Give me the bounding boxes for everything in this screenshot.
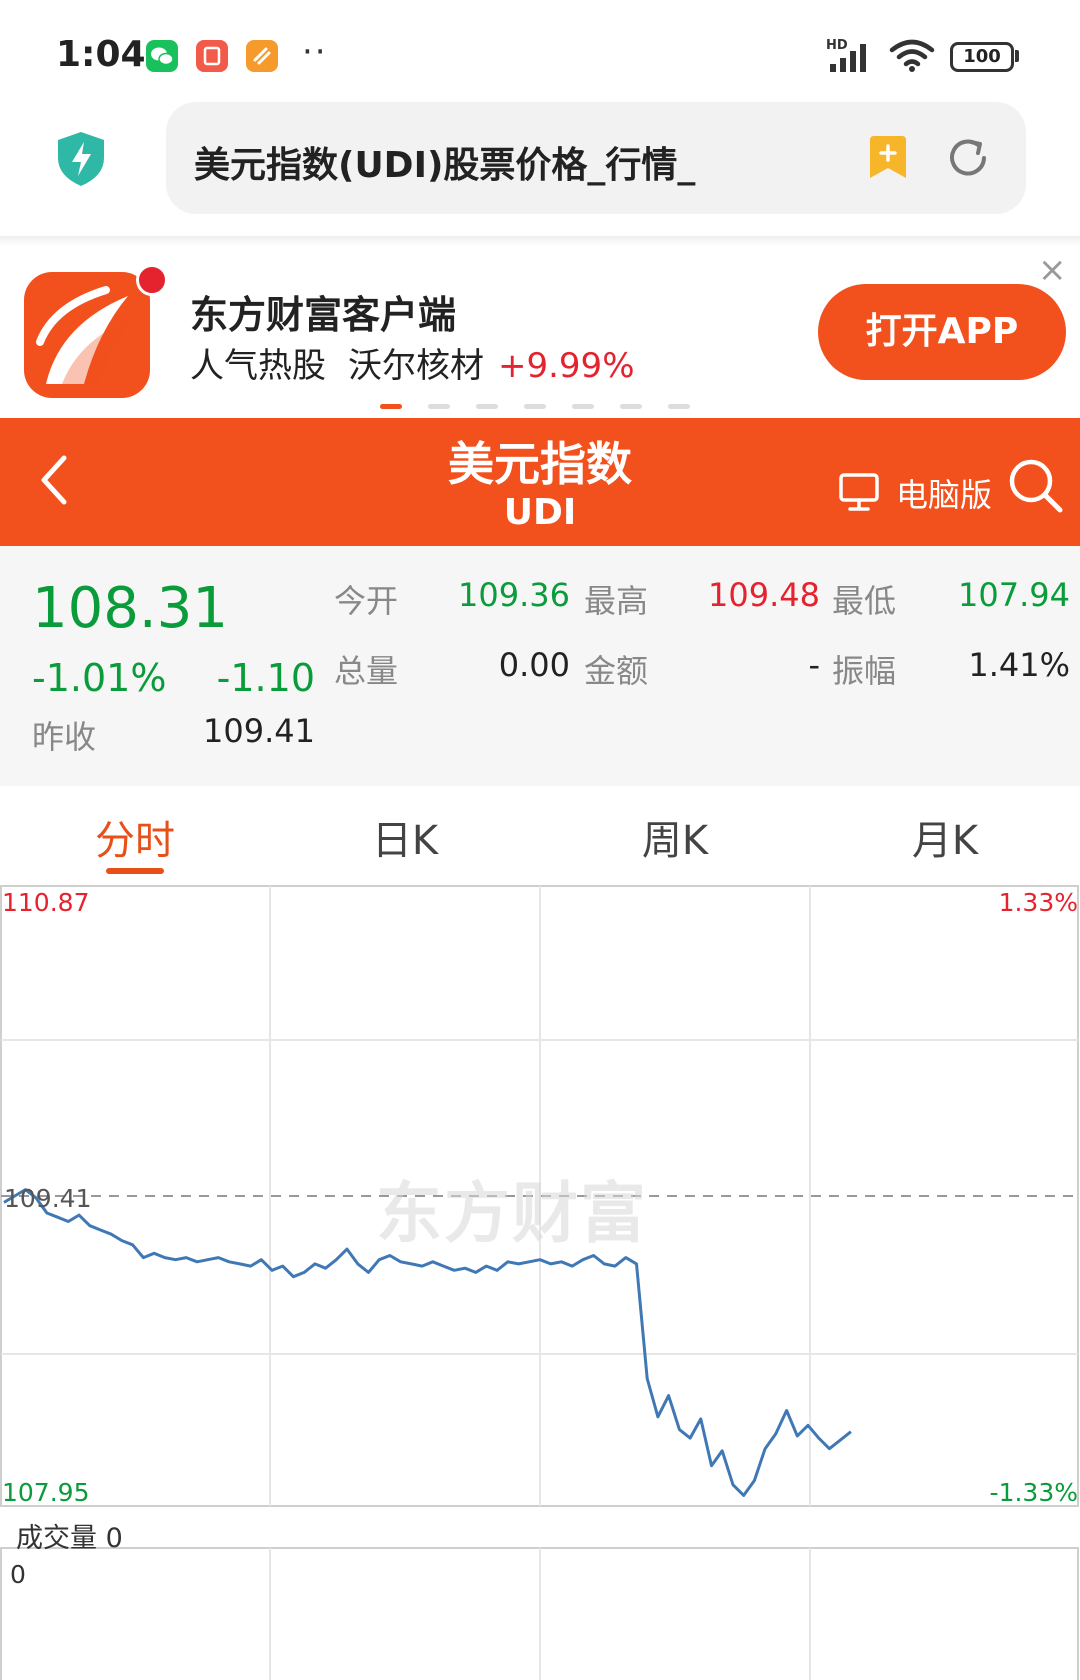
toolbar-divider bbox=[0, 236, 1080, 246]
change-amount: -1.10 bbox=[216, 656, 315, 700]
banner-page-dot bbox=[620, 404, 642, 409]
stat-value-amount: - bbox=[808, 646, 820, 684]
chart-watermark: 东方财富 bbox=[376, 1175, 648, 1252]
battery-indicator: 100 bbox=[950, 42, 1014, 72]
banner-page-dot bbox=[668, 404, 690, 409]
wechat-icon bbox=[146, 40, 178, 72]
stat-value-low: 107.94 bbox=[958, 576, 1070, 614]
intraday-chart[interactable] bbox=[0, 882, 1080, 1680]
desktop-version-link[interactable]: 电脑版 bbox=[896, 470, 992, 516]
open-app-button[interactable]: 打开APP bbox=[818, 284, 1066, 380]
signal-icon bbox=[828, 38, 880, 74]
notification-badge bbox=[136, 264, 168, 296]
tab-weekly-k[interactable]: 周K bbox=[540, 808, 810, 866]
status-time: 1:04 bbox=[56, 34, 146, 75]
stat-label-low: 最低 bbox=[832, 582, 897, 620]
chart-min-pct: -1.33% bbox=[989, 1478, 1078, 1507]
red-app-icon bbox=[196, 40, 228, 72]
tab-intraday[interactable]: 分时 bbox=[0, 808, 270, 866]
stat-label-amplitude: 振幅 bbox=[832, 652, 897, 690]
hot-stock-change: +9.99% bbox=[498, 346, 635, 386]
eastmoney-app-logo[interactable] bbox=[24, 272, 150, 398]
close-banner-icon[interactable]: × bbox=[1038, 250, 1067, 290]
stat-value-open: 109.36 bbox=[458, 576, 570, 614]
banner-app-name: 东方财富客户端 bbox=[190, 293, 457, 337]
desktop-icon[interactable] bbox=[838, 472, 880, 516]
chart-min-price: 107.95 bbox=[2, 1478, 90, 1507]
volume-label: 成交量 0 bbox=[16, 1523, 123, 1554]
tab-monthly-k[interactable]: 月K bbox=[810, 808, 1080, 866]
active-tab-indicator bbox=[106, 868, 164, 874]
banner-page-dot bbox=[428, 404, 450, 409]
change-percent: -1.01% bbox=[32, 656, 167, 700]
reload-icon[interactable] bbox=[944, 134, 992, 186]
search-icon[interactable] bbox=[1006, 456, 1066, 520]
volume-axis-zero: 0 bbox=[10, 1560, 26, 1589]
bookmark-plus-icon[interactable] bbox=[866, 134, 910, 186]
stat-label-open: 今开 bbox=[334, 582, 399, 620]
shield-bolt-icon[interactable] bbox=[54, 130, 108, 192]
banner-page-dot bbox=[476, 404, 498, 409]
current-price: 108.31 bbox=[32, 576, 228, 641]
battery-tip bbox=[1015, 50, 1019, 62]
prev-close-label: 昨收 bbox=[32, 718, 97, 756]
hot-stock-name: 沃尔核材 bbox=[348, 346, 484, 386]
stat-value-volume: 0.00 bbox=[498, 646, 570, 684]
tab-daily-k[interactable]: 日K bbox=[270, 808, 540, 866]
address-text[interactable]: 美元指数(UDI)股票价格_行情_ bbox=[194, 136, 774, 188]
chart-max-price: 110.87 bbox=[2, 888, 90, 917]
notification-more: ·· bbox=[302, 32, 328, 72]
wifi-icon bbox=[888, 38, 936, 78]
chart-max-pct: 1.33% bbox=[998, 888, 1078, 917]
stat-label-volume: 总量 bbox=[334, 652, 399, 690]
chart-prev-close-label: 109.41 bbox=[4, 1184, 92, 1213]
stat-label-amount: 金额 bbox=[584, 652, 649, 690]
stat-value-high: 109.48 bbox=[708, 576, 820, 614]
hot-stock-label: 人气热股 bbox=[190, 346, 326, 386]
prev-close-value: 109.41 bbox=[203, 712, 315, 750]
orange-app-icon bbox=[246, 40, 278, 72]
stat-value-amplitude: 1.41% bbox=[968, 646, 1070, 684]
stat-label-high: 最高 bbox=[584, 582, 649, 620]
banner-hot-stock: 人气热股 沃尔核材 +9.99% bbox=[190, 338, 635, 387]
banner-page-dot bbox=[380, 404, 402, 409]
volume-grid bbox=[0, 1547, 1079, 1680]
banner-page-dot bbox=[524, 404, 546, 409]
banner-page-dot bbox=[572, 404, 594, 409]
